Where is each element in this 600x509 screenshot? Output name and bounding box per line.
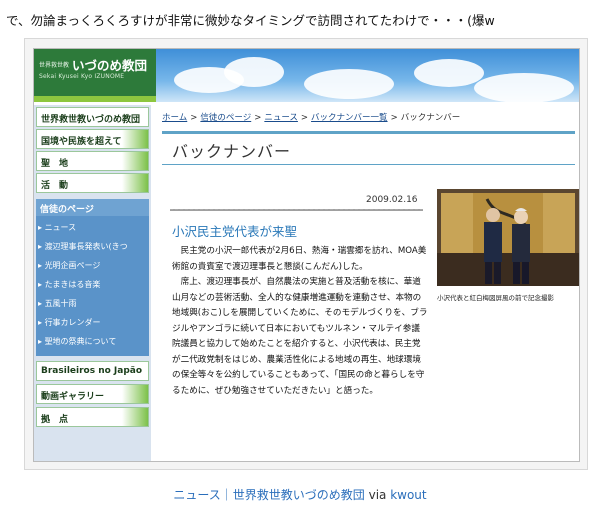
article-date: 2009.02.16 <box>366 195 418 205</box>
sidebar-sub-label: 五風十雨 <box>44 299 77 308</box>
brand-small: 世界救世教 <box>39 62 70 69</box>
sidebar-section-label: 信徒のページ <box>40 205 94 215</box>
article-body: 民主党の小沢一郎代表が2月6日、熱海・瑞雲郷を訪れ、MOA美術館の貴賓室で渡辺理… <box>172 244 428 399</box>
sidebar-sub-label: 光明企画ページ <box>44 261 101 270</box>
sidebar-item-label: Brasileiros no Japão <box>41 366 143 376</box>
breadcrumb-home[interactable]: ホーム <box>162 113 187 123</box>
site-screenshot: 世界救世教 いづのめ教団 Sekai Kyusei Kyo IZUNOME 世界… <box>33 48 580 462</box>
sidebar-sub-calendar[interactable]: ▸ 行事カレンダー <box>38 317 101 328</box>
article-paragraph: 席上、渡辺理事長が、自然農法の実施と普及活動を核に、華道山月などの芸術活動、全人… <box>172 277 428 396</box>
sidebar-sub-news[interactable]: ▸ ニュース <box>38 222 76 233</box>
footer-news-link[interactable]: ニュース｜世界救世教いづのめ教団 <box>173 488 364 502</box>
title-underline <box>162 164 575 165</box>
sidebar-item-label: 聖 地 <box>41 159 69 169</box>
sidebar-sub-label: ニュース <box>44 223 77 232</box>
sidebar-item-label: 世界救世教いづのめ教団 <box>41 115 141 125</box>
sidebar-item-borders[interactable]: 国境や民族を超えて <box>36 129 149 149</box>
photo-caption: 小沢代表と紅白梅図屏風の前で記念撮影 <box>437 294 554 302</box>
sidebar: 世界救世教いづのめ教団 国境や民族を超えて 聖 地 活 動 信徒のページ ▸ ニ… <box>34 105 151 461</box>
footer-kwout-link[interactable]: kwout <box>390 488 426 502</box>
site-logo[interactable]: 世界救世教 いづのめ教団 Sekai Kyusei Kyo IZUNOME <box>34 49 156 102</box>
sidebar-item-label: 国境や民族を超えて <box>41 137 122 147</box>
sidebar-item-label: 動画ギャラリー <box>41 392 105 402</box>
sidebar-sub-label: 渡辺理事長発表い(きつ <box>44 242 128 251</box>
article-title: 小沢民主党代表が来聖 <box>172 224 298 239</box>
date-divider <box>170 209 423 211</box>
sidebar-sub-label: たまきはる音楽 <box>44 280 101 289</box>
footer-via: via <box>364 488 391 502</box>
sidebar-item-videos[interactable]: 動画ギャラリー <box>36 384 149 404</box>
sidebar-section-believers[interactable]: 信徒のページ <box>36 199 149 216</box>
sidebar-sub-gofu[interactable]: ▸ 五風十雨 <box>38 298 77 309</box>
breadcrumb-current: バックナンバー <box>400 113 461 123</box>
sidebar-item-brasileiros[interactable]: Brasileiros no Japão <box>36 361 149 381</box>
site-banner: 世界救世教 いづのめ教団 Sekai Kyusei Kyo IZUNOME <box>34 49 579 102</box>
sidebar-sub-label: 行事カレンダー <box>44 318 101 327</box>
quote-card: 世界救世教 いづのめ教団 Sekai Kyusei Kyo IZUNOME 世界… <box>24 38 588 470</box>
brand-name: いづのめ教団 <box>72 58 148 73</box>
sidebar-sub-festival[interactable]: ▸ 聖地の祭典について <box>38 336 116 347</box>
sidebar-sub-label: 聖地の祭典について <box>44 337 117 346</box>
article-paragraph: 民主党の小沢一郎代表が2月6日、熱海・瑞雲郷を訪れ、MOA美術館の貴賓室で渡辺理… <box>172 246 427 272</box>
breadcrumb: ホーム > 信徒のページ > ニュース > バックナンバー一覧 > バックナンバー <box>162 113 461 123</box>
sidebar-item-activities[interactable]: 活 動 <box>36 173 149 193</box>
article-photo <box>437 189 579 286</box>
main-content: ホーム > 信徒のページ > ニュース > バックナンバー一覧 > バックナンバー バックナンバ… <box>158 105 579 461</box>
sidebar-sub-chairman[interactable]: ▸ 渡辺理事長発表い(きつ <box>38 241 128 252</box>
sidebar-item-holyland[interactable]: 聖 地 <box>36 151 149 171</box>
sidebar-sub-komyo[interactable]: ▸ 光明企画ページ <box>38 260 100 271</box>
title-rule <box>162 131 575 134</box>
sidebar-item-bases[interactable]: 拠 点 <box>36 407 149 427</box>
sidebar-item-label: 拠 点 <box>41 415 69 425</box>
breadcrumb-news[interactable]: ニュース <box>264 113 298 123</box>
sidebar-sub-music[interactable]: ▸ たまきはる音楽 <box>38 279 100 290</box>
sidebar-item-izunome[interactable]: 世界救世教いづのめ教団 <box>36 107 149 127</box>
intro-text: で、勿論まっくろくろすけが非常に微妙なタイミングで訪問されてたわけで・・・(爆w <box>6 13 495 28</box>
breadcrumb-backnumber-list[interactable]: バックナンバー一覧 <box>311 113 388 123</box>
page-title: バックナンバー <box>172 142 292 161</box>
footer: ニュース｜世界救世教いづのめ教団 via kwout <box>0 486 600 503</box>
brand-underline <box>34 96 156 102</box>
brand-sub: Sekai Kyusei Kyo IZUNOME <box>39 73 125 80</box>
breadcrumb-believers[interactable]: 信徒のページ <box>200 113 251 123</box>
sidebar-item-label: 活 動 <box>41 181 69 191</box>
